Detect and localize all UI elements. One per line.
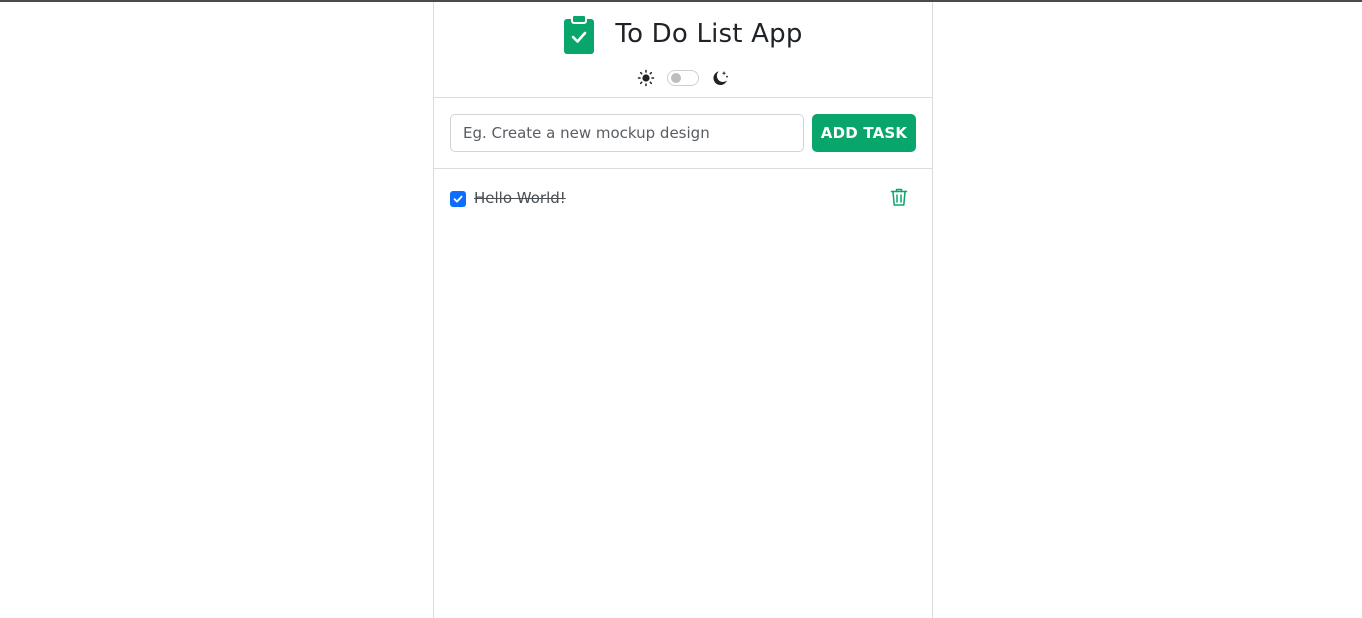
add-task-button[interactable]: ADD TASK (812, 114, 916, 152)
task-checkbox[interactable] (450, 191, 466, 207)
list-item: Hello World! (434, 169, 932, 229)
page-title: To Do List App (615, 19, 803, 49)
add-task-row: ADD TASK (434, 98, 932, 169)
task-list: Hello World! (434, 169, 932, 229)
title-row: To Do List App (434, 14, 932, 54)
clipboard-check-icon (563, 14, 595, 54)
trash-icon[interactable] (890, 187, 908, 207)
app-header: To Do List App (434, 2, 932, 98)
theme-switch (434, 69, 932, 87)
toggle-knob (671, 73, 681, 83)
task-label: Hello World! (474, 189, 566, 207)
sun-icon (637, 69, 655, 87)
theme-toggle[interactable] (667, 70, 699, 86)
todo-app: To Do List App Eg. Create a new mockup d… (433, 2, 933, 618)
task-input[interactable] (450, 114, 804, 152)
moon-stars-icon (711, 69, 729, 87)
